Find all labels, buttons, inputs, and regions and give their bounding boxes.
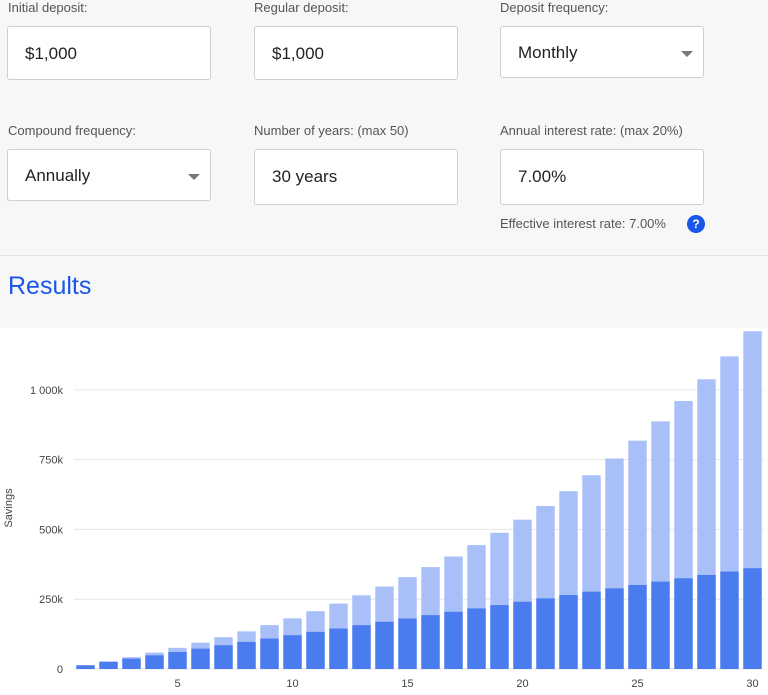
bar-principal	[99, 662, 118, 669]
compound-frequency-value: Annually	[25, 166, 91, 185]
bar-principal	[651, 581, 670, 669]
bar-principal	[674, 578, 693, 669]
bar-principal	[467, 608, 486, 669]
bar-principal	[145, 655, 164, 669]
bar-principal	[697, 574, 716, 669]
initial-deposit-label: Initial deposit:	[8, 0, 88, 15]
regular-deposit-value: $1,000	[272, 44, 324, 63]
bar-principal	[536, 598, 555, 669]
initial-deposit-input[interactable]: $1,000	[7, 26, 211, 80]
y-tick-label: 0	[57, 664, 63, 676]
bar-principal	[398, 618, 417, 669]
chevron-down-icon	[188, 174, 200, 180]
bar-principal	[743, 568, 762, 669]
bar-principal	[559, 595, 578, 669]
deposit-frequency-value: Monthly	[518, 43, 578, 62]
initial-deposit-value: $1,000	[25, 44, 77, 63]
bar-principal	[260, 638, 279, 669]
x-tick-label: 10	[286, 678, 298, 690]
bar-principal	[214, 645, 233, 669]
results-header	[0, 256, 768, 328]
bar-principal	[191, 648, 210, 669]
bar-principal	[628, 584, 647, 669]
compound-frequency-label: Compound frequency:	[8, 123, 136, 138]
x-tick-label: 30	[746, 678, 758, 690]
bar-principal	[513, 601, 532, 669]
x-tick-label: 5	[174, 678, 180, 690]
bar-principal	[421, 615, 440, 669]
y-tick-label: 500k	[39, 524, 63, 536]
bar-principal	[76, 665, 95, 669]
bar-principal	[582, 591, 601, 669]
deposit-frequency-select[interactable]: Monthly	[500, 26, 704, 78]
regular-deposit-label: Regular deposit:	[254, 0, 349, 15]
regular-deposit-input[interactable]: $1,000	[254, 26, 458, 80]
effective-interest-rate: Effective interest rate: 7.00%	[500, 216, 666, 231]
results-title: Results	[8, 272, 92, 300]
number-of-years-value: 30 years	[272, 167, 338, 186]
annual-interest-rate-input[interactable]: 7.00%	[500, 149, 704, 205]
number-of-years-input[interactable]: 30 years	[254, 149, 458, 205]
bar-principal	[283, 635, 302, 669]
bar-principal	[490, 605, 509, 669]
annual-interest-rate-label: Annual interest rate: (max 20%)	[500, 123, 683, 138]
compound-frequency-select[interactable]: Annually	[7, 149, 211, 201]
y-axis-title: Savings	[3, 488, 15, 528]
x-tick-label: 25	[631, 678, 643, 690]
y-tick-label: 250k	[39, 594, 63, 606]
savings-chart: 0 250k 500k 750k 1 000k Savings 5 10 15 20 25 30	[3, 331, 764, 690]
bar-principal	[329, 628, 348, 669]
bar-principal	[122, 658, 141, 669]
bar-principal	[352, 625, 371, 669]
help-icon[interactable]: ?	[687, 215, 705, 233]
number-of-years-label: Number of years: (max 50)	[254, 123, 409, 138]
bar-principal	[720, 571, 739, 669]
bar-principal	[605, 588, 624, 669]
chevron-down-icon	[681, 51, 693, 57]
x-tick-label: 20	[516, 678, 528, 690]
bar-principal	[306, 631, 325, 669]
bar-principal	[168, 651, 187, 669]
deposit-frequency-label: Deposit frequency:	[500, 0, 609, 15]
annual-interest-rate-value: 7.00%	[518, 167, 567, 186]
y-tick-label: 750k	[39, 455, 63, 467]
bar-principal	[444, 611, 463, 669]
bar-principal	[237, 641, 256, 669]
x-tick-label: 15	[401, 678, 413, 690]
bar-principal	[375, 621, 394, 669]
y-tick-label: 1 000k	[30, 385, 64, 397]
